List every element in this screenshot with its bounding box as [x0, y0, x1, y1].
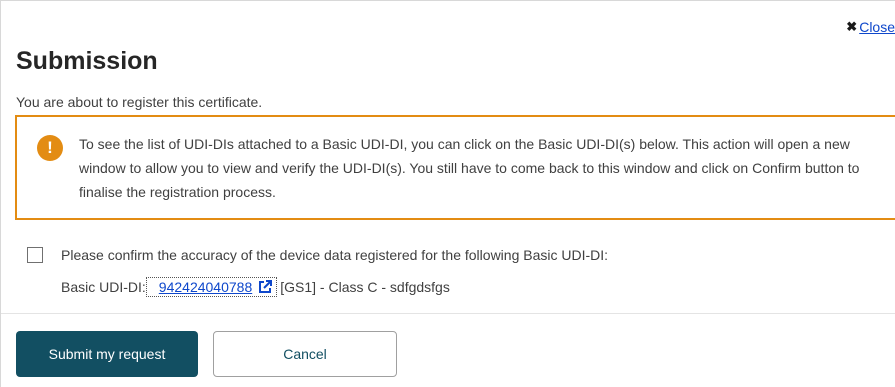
dialog-title: Submission	[16, 47, 158, 75]
confirm-checkbox[interactable]	[27, 247, 43, 263]
warning-box: ! To see the list of UDI-DIs attached to…	[15, 115, 895, 220]
divider	[1, 313, 895, 314]
external-link-icon[interactable]	[258, 279, 273, 294]
submit-button[interactable]: Submit my request	[16, 331, 198, 377]
warning-icon: !	[37, 135, 63, 161]
close-control[interactable]: ✖ Close	[846, 19, 895, 35]
close-link[interactable]: Close	[859, 19, 895, 35]
close-icon[interactable]: ✖	[846, 19, 857, 35]
confirm-label: Please confirm the accuracy of the devic…	[61, 247, 609, 263]
cancel-button[interactable]: Cancel	[213, 331, 397, 377]
submission-dialog: ✖ Close Submission You are about to regi…	[0, 0, 895, 387]
confirm-row	[27, 245, 43, 263]
udi-prefix: Basic UDI-DI:	[61, 279, 146, 295]
udi-details: [GS1] - Class C - sdfgdsfgs	[280, 279, 450, 295]
intro-text: You are about to register this certifica…	[16, 94, 263, 110]
udi-link[interactable]: 942424040788	[159, 279, 252, 295]
udi-line: Basic UDI-DI: 942424040788 [GS1] - Class…	[61, 277, 450, 297]
udi-link-wrapper[interactable]: 942424040788	[145, 277, 278, 297]
warning-text: To see the list of UDI-DIs attached to a…	[79, 136, 860, 200]
